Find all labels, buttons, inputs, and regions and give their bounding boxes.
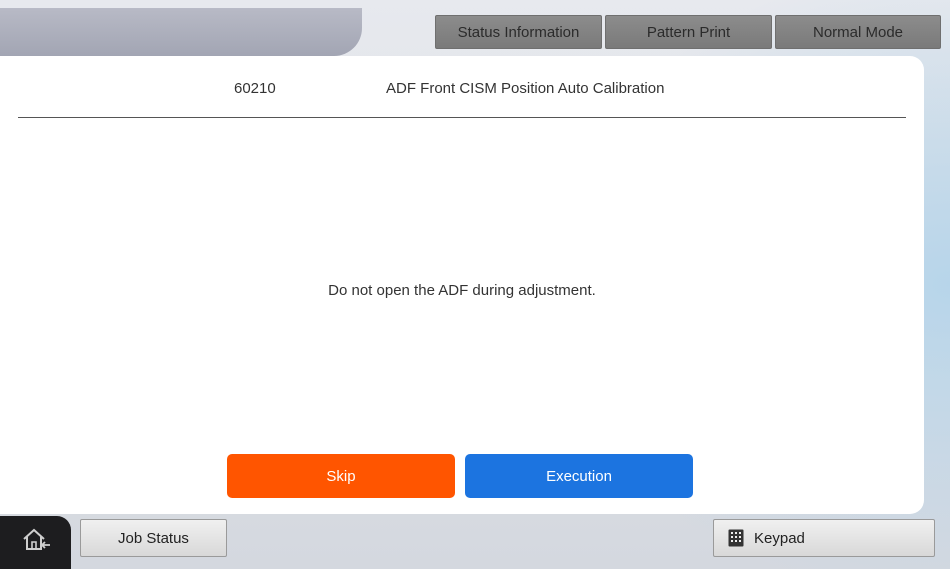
keypad-label: Keypad bbox=[754, 529, 805, 547]
header-divider bbox=[18, 117, 906, 118]
adjustment-code: 60210 bbox=[234, 80, 276, 97]
keypad-button[interactable]: Keypad bbox=[713, 519, 935, 557]
page-title: ADF Front CISM Position Auto Calibration bbox=[386, 80, 665, 97]
job-status-button[interactable]: Job Status bbox=[80, 519, 227, 557]
keypad-icon bbox=[728, 529, 744, 547]
main-panel: 60210 ADF Front CISM Position Auto Calib… bbox=[0, 56, 924, 514]
bottom-bar: Job Status Keypad bbox=[0, 514, 950, 569]
normal-mode-button[interactable]: Normal Mode bbox=[775, 15, 941, 49]
skip-button[interactable]: Skip bbox=[227, 454, 455, 498]
home-icon bbox=[21, 527, 51, 558]
execution-button[interactable]: Execution bbox=[465, 454, 693, 498]
header-row: 60210 ADF Front CISM Position Auto Calib… bbox=[0, 56, 924, 118]
status-information-button[interactable]: Status Information bbox=[435, 15, 602, 49]
instruction-message: Do not open the ADF during adjustment. bbox=[328, 282, 596, 299]
top-tabs: Status Information Pattern Print Normal … bbox=[435, 15, 941, 49]
home-button[interactable] bbox=[0, 516, 71, 569]
pattern-print-button[interactable]: Pattern Print bbox=[605, 15, 772, 49]
top-left-decoration bbox=[0, 8, 362, 56]
